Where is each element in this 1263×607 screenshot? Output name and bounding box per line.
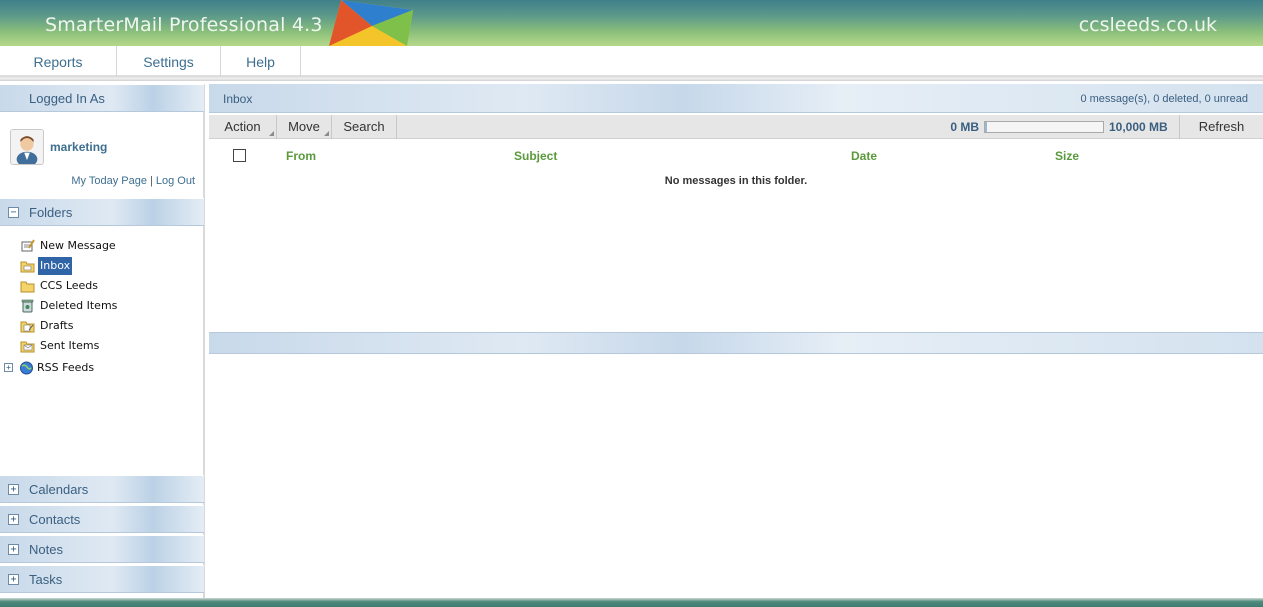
expand-icon[interactable]: + [4,363,13,372]
app-header: SmarterMail Professional 4.3 ccsleeds.co… [0,0,1263,46]
folder-label: CCS Leeds [40,279,99,292]
domain-label: ccsleeds.co.uk [1078,14,1217,36]
dropdown-caret-icon [269,131,274,136]
logged-in-header: Logged In As [0,84,204,112]
my-today-page-link[interactable]: My Today Page [71,175,147,187]
message-list-pane: Inbox 0 message(s), 0 deleted, 0 unread … [209,84,1263,598]
inbox-header: Inbox 0 message(s), 0 deleted, 0 unread [209,84,1263,113]
move-label: Move [288,119,320,134]
user-links: My Today Page | Log Out [71,175,195,187]
action-label: Action [224,119,261,134]
quota-used: 0 MB [950,120,979,134]
notes-label: Notes [29,542,63,557]
envelope-logo-icon [329,0,413,46]
column-subject[interactable]: Subject [514,149,557,163]
tasks-label: Tasks [29,572,63,587]
expand-icon[interactable]: + [8,514,19,525]
contacts-label: Contacts [29,512,81,527]
menu-divider [0,76,1263,81]
log-out-link[interactable]: Log Out [156,175,195,187]
folder-label: Sent Items [40,339,100,352]
move-button[interactable]: Move [277,115,332,139]
new-message-icon [21,239,35,252]
calendars-header[interactable]: + Calendars [0,475,204,503]
tasks-header[interactable]: + Tasks [0,565,204,593]
column-date[interactable]: Date [851,149,877,163]
expand-icon[interactable]: + [8,574,19,585]
logged-in-label: Logged In As [29,91,105,106]
footer-bar [0,598,1263,607]
top-menu-bar: Reports Settings Help [0,46,1263,76]
search-label: Search [343,119,385,134]
deleted-items-icon [21,299,34,313]
column-from[interactable]: From [286,149,316,163]
search-button[interactable]: Search [332,115,397,139]
left-sidebar: Logged In As marketing My Today Page | Log… [0,84,205,598]
drafts-folder-icon [20,321,35,333]
calendars-label: Calendars [29,482,89,497]
inbox-folder-icon [20,261,35,273]
message-toolbar: Action Move Search 0 MB 10,000 MB Refres… [209,115,1263,139]
collapse-icon[interactable]: − [8,207,19,218]
select-all-checkbox[interactable] [233,149,246,162]
user-avatar-icon [10,129,44,165]
app-title: SmarterMail Professional 4.3 [45,14,323,36]
folder-label: New Message [40,239,116,252]
sent-items-icon [20,341,35,353]
contacts-header[interactable]: + Contacts [0,505,204,533]
folder-title: Inbox [223,92,253,106]
folder-label: Drafts [40,319,74,332]
folder-label: RSS Feeds [37,361,95,374]
folders-label: Folders [29,205,73,220]
menu-reports[interactable]: Reports [0,46,117,76]
expand-icon[interactable]: + [8,544,19,555]
quota-total: 10,000 MB [1109,120,1168,134]
folder-label: Deleted Items [40,299,118,312]
folder-icon [20,281,35,293]
column-size[interactable]: Size [1055,149,1079,163]
preview-pane-divider[interactable] [209,332,1263,354]
menu-help[interactable]: Help [221,46,301,76]
quota-progress-fill [985,122,987,132]
quota-progress-bar [984,121,1104,133]
empty-folder-message: No messages in this folder. [664,175,808,187]
folder-stats: 0 message(s), 0 deleted, 0 unread [1080,93,1248,105]
rss-globe-icon [20,361,33,375]
menu-settings[interactable]: Settings [117,46,221,76]
action-button[interactable]: Action [209,115,277,139]
username: marketing [50,140,108,154]
link-separator: | [150,175,153,187]
notes-header[interactable]: + Notes [0,535,204,563]
expand-icon[interactable]: + [8,484,19,495]
folders-header[interactable]: − Folders [0,198,204,226]
folder-label-selected: Inbox [38,257,73,275]
dropdown-caret-icon [324,131,329,136]
refresh-button[interactable]: Refresh [1179,115,1263,139]
